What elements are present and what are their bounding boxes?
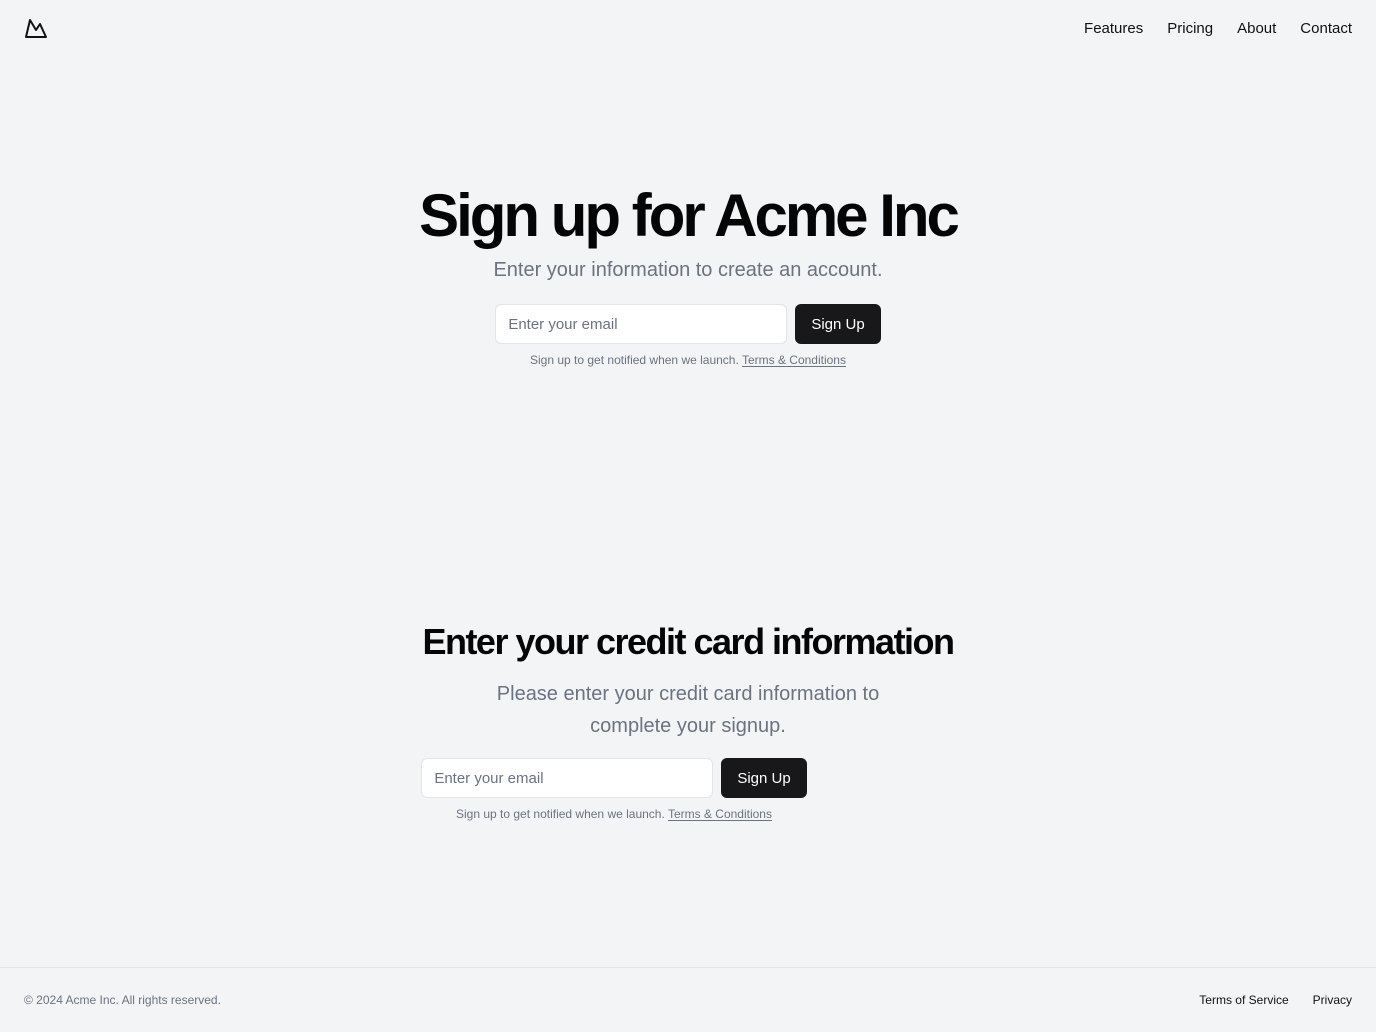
nav-features[interactable]: Features bbox=[1084, 20, 1143, 37]
signup-note-text: Sign up to get notified when we launch. bbox=[530, 353, 739, 367]
page-title: Sign up for Acme Inc bbox=[419, 182, 960, 249]
credit-card-form: Sign Up Sign up to get notified when we … bbox=[421, 758, 807, 822]
footer-privacy-link[interactable]: Privacy bbox=[1313, 993, 1352, 1007]
email-input[interactable] bbox=[495, 304, 788, 344]
site-footer: © 2024 Acme Inc. All rights reserved. Te… bbox=[0, 967, 1376, 1032]
credit-card-title: Enter your credit card information bbox=[422, 621, 955, 662]
credit-card-note-text: Sign up to get notified when we launch. bbox=[456, 807, 665, 821]
mountain-icon bbox=[25, 19, 47, 38]
credit-card-sign-up-button[interactable]: Sign Up bbox=[721, 758, 807, 798]
signup-form: Sign Up bbox=[495, 304, 881, 344]
credit-card-subtitle: Please enter your credit card informatio… bbox=[496, 683, 880, 737]
credit-card-section: Enter your credit card information Pleas… bbox=[0, 620, 1376, 822]
nav-contact[interactable]: Contact bbox=[1300, 20, 1352, 37]
credit-card-note: Sign up to get notified when we launch. … bbox=[456, 806, 772, 822]
nav-pricing[interactable]: Pricing bbox=[1167, 20, 1213, 37]
page-subtitle: Enter your information to create an acco… bbox=[493, 259, 883, 281]
credit-card-form-row: Sign Up bbox=[421, 758, 807, 798]
sign-up-button[interactable]: Sign Up bbox=[795, 304, 881, 344]
signup-note: Sign up to get notified when we launch. … bbox=[530, 352, 846, 368]
footer-terms-link[interactable]: Terms of Service bbox=[1199, 993, 1288, 1007]
main-nav: Features Pricing About Contact bbox=[1084, 20, 1352, 37]
nav-about[interactable]: About bbox=[1237, 20, 1276, 37]
footer-nav: Terms of Service Privacy bbox=[1199, 993, 1352, 1007]
logo-link[interactable] bbox=[24, 16, 48, 40]
signup-section: Sign up for Acme Inc Enter your informat… bbox=[0, 180, 1376, 368]
terms-link[interactable]: Terms & Conditions bbox=[742, 353, 846, 367]
credit-card-email-input[interactable] bbox=[421, 758, 714, 798]
credit-card-terms-link[interactable]: Terms & Conditions bbox=[668, 807, 772, 821]
site-header: Features Pricing About Contact bbox=[0, 0, 1376, 56]
copyright-text: © 2024 Acme Inc. All rights reserved. bbox=[24, 993, 221, 1007]
